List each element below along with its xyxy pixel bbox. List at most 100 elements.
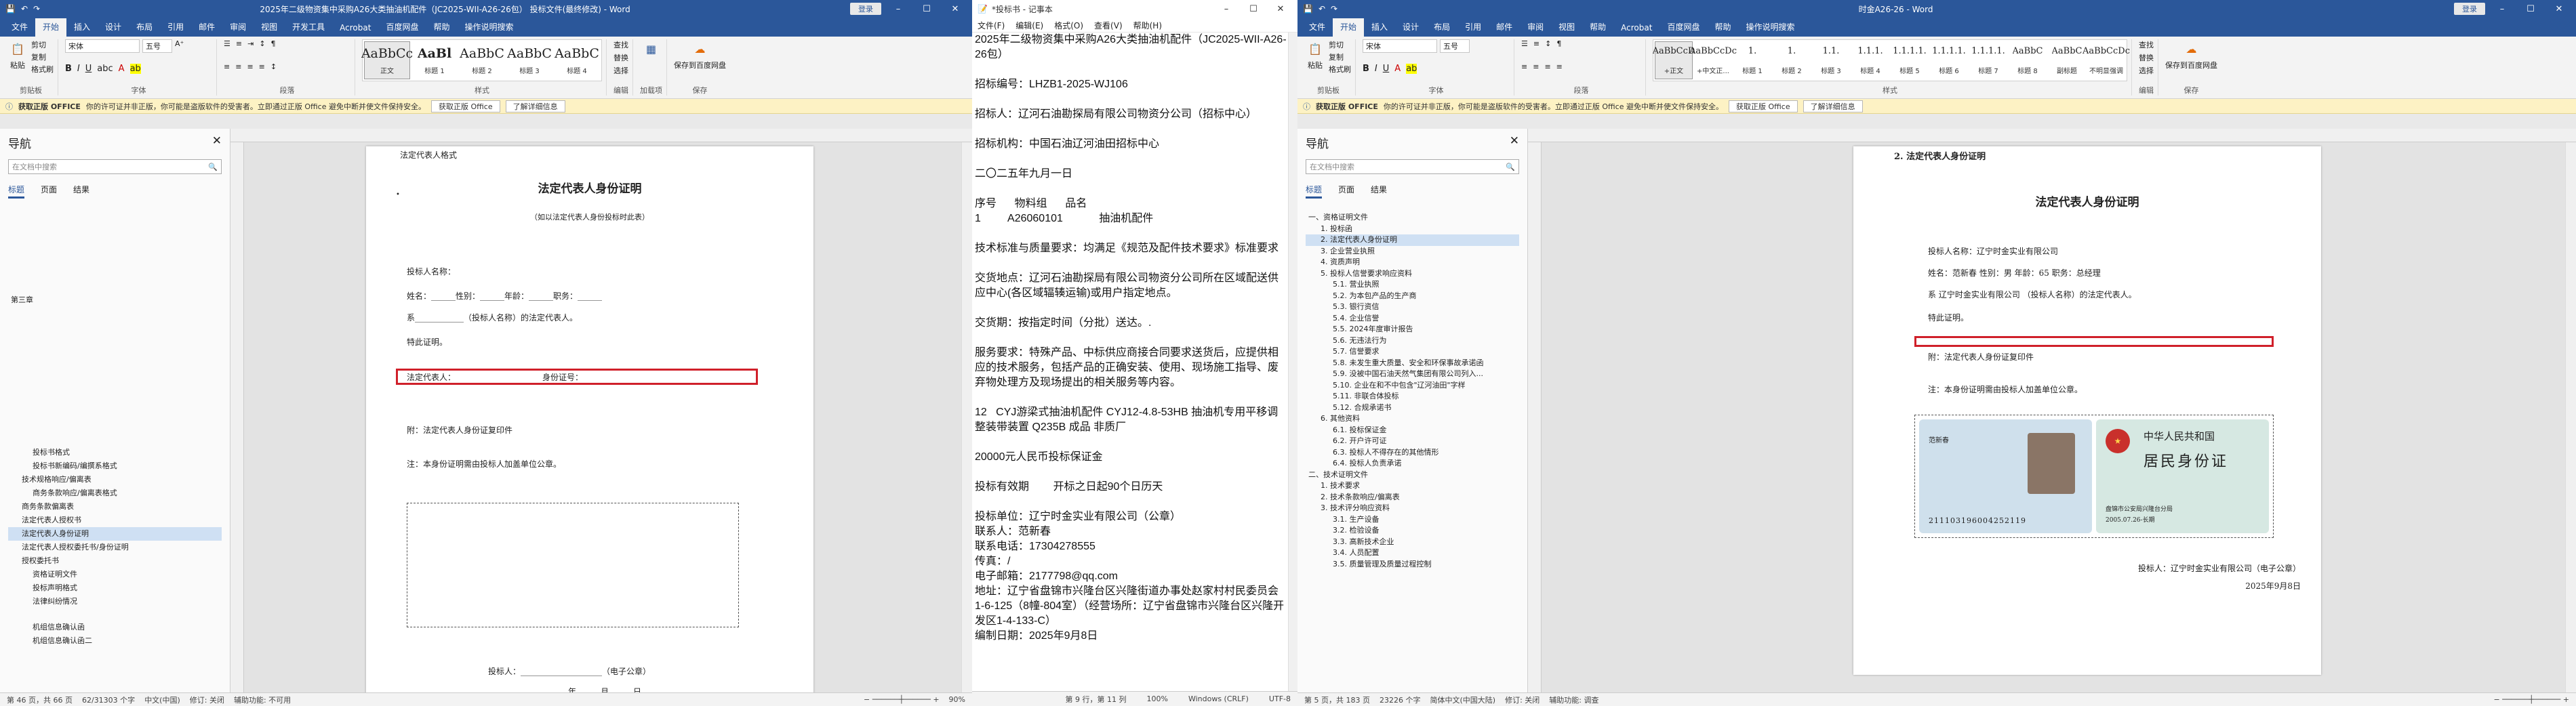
document-page[interactable]: 法定代表人格式 • 法定代表人身份证明 （如以法定代表人身份投标时此表） 投标人… (366, 146, 813, 692)
tab-review[interactable]: 审阅 (222, 18, 254, 37)
tab-acrobat[interactable]: Acrobat (332, 20, 378, 37)
nav-item[interactable]: 法定代表人授权委托书/身份证明 (8, 541, 222, 554)
style-heading-2[interactable]: AaBbC 标题 2 (459, 41, 505, 79)
numbering-icon[interactable]: ≡ (1533, 39, 1539, 48)
menu-file[interactable]: 文件(F) (978, 20, 1005, 30)
nav-tab-pages[interactable]: 页面 (41, 184, 57, 199)
maximize-icon[interactable]: ☐ (1242, 4, 1265, 14)
tab-help[interactable]: 帮助 (426, 18, 457, 37)
align-left-icon[interactable]: ≡ (1521, 62, 1527, 71)
nav-item[interactable]: 5.4. 企业信誉 (1306, 313, 1519, 325)
autosave-icon[interactable]: 💾 (5, 4, 16, 14)
nav-item-selected[interactable]: 法定代表人身份证明 (8, 527, 222, 541)
find-button[interactable]: 查找 (613, 39, 628, 50)
nav-close-icon[interactable]: ✕ (212, 134, 222, 151)
nav-item[interactable]: 商务条款偏离表 (8, 500, 222, 514)
nav-item[interactable]: 5.9. 没被中国石油天然气集团有限公司列入... (1306, 369, 1519, 380)
nav-search-input[interactable]: 在文档中搜索 🔍 (1306, 159, 1519, 174)
nav-item[interactable]: 资格证明文件 (8, 568, 222, 581)
tab-layout[interactable]: 布局 (129, 18, 160, 37)
font-size-box[interactable]: 五号 (142, 39, 172, 53)
word-count[interactable]: 62/31303 个字 (82, 694, 135, 705)
nav-item[interactable]: 1. 投标函 (1306, 224, 1519, 235)
copy-button[interactable]: 复制 (31, 51, 54, 62)
tab-baidu[interactable]: 百度网盘 (378, 18, 426, 37)
find-button[interactable]: 查找 (2139, 39, 2154, 50)
pilcrow-icon[interactable]: ¶ (1556, 39, 1561, 48)
nav-item[interactable]: 5.8. 未发生重大质量、安全和环保事故承诺函 (1306, 358, 1519, 369)
tab-baidu[interactable]: 百度网盘 (1659, 18, 1707, 37)
tab-acrobat[interactable]: Acrobat (1613, 20, 1659, 37)
zoom-level[interactable]: 90% (949, 695, 965, 704)
style-heading-4[interactable]: AaBbC 标题 4 (554, 41, 600, 79)
close-icon[interactable]: ✕ (2548, 4, 2571, 14)
nav-item[interactable]: 机组信息确认函二 (8, 634, 222, 648)
nav-item[interactable]: 1. 技术要求 (1306, 480, 1519, 492)
autosave-icon[interactable]: 💾 (1303, 4, 1313, 14)
page-count[interactable]: 第 5 页，共 183 页 (1304, 694, 1370, 705)
align-center-icon[interactable]: ≡ (1533, 62, 1539, 71)
tell-me-search[interactable]: 操作说明搜索 (457, 18, 521, 37)
tell-me-search[interactable]: 操作说明搜索 (1738, 18, 1802, 37)
tab-mailings[interactable]: 邮件 (1489, 18, 1520, 37)
strikethrough-icon[interactable]: abc (97, 64, 113, 74)
document-page[interactable]: 2. 法定代表人身份证明 法定代表人身份证明 投标人名称：辽宁时金实业有限公司 … (1853, 146, 2321, 675)
redo-icon[interactable]: ↷ (1331, 4, 1337, 14)
addins-button[interactable]: ▦ (640, 39, 662, 58)
menu-help[interactable]: 帮助(H) (1133, 20, 1162, 30)
menu-format[interactable]: 格式(O) (1054, 20, 1083, 30)
bold-icon[interactable]: B (65, 64, 72, 74)
menu-view[interactable]: 查看(V) (1094, 20, 1123, 30)
page-count[interactable]: 第 46 页，共 66 页 (7, 694, 73, 705)
nav-item[interactable]: 机组信息确认函 (8, 621, 222, 634)
format-painter-button[interactable]: 格式刷 (1329, 64, 1351, 75)
font-size-box[interactable]: 五号 (1440, 39, 1470, 53)
signin-button[interactable]: 登录 (2454, 3, 2485, 15)
word-count[interactable]: 23226 个字 (1380, 694, 1421, 705)
style-item[interactable]: AaBbC 标题 8 (2009, 41, 2047, 79)
tab-file[interactable]: 文件 (1302, 18, 1333, 37)
style-normal[interactable]: AaBbCc 正文 (361, 41, 413, 79)
align-right-icon[interactable]: ≡ (247, 62, 253, 71)
nav-item[interactable]: 二、技术证明文件 (1306, 470, 1519, 481)
tab-developer[interactable]: 开发工具 (285, 18, 332, 37)
underline-icon[interactable]: U (85, 64, 92, 74)
bullets-icon[interactable]: ☰ (224, 39, 230, 48)
grow-font-icon[interactable]: A⁺ (175, 39, 184, 53)
underline-icon[interactable]: U (1383, 64, 1390, 74)
nav-tab-headings[interactable]: 标题 (8, 184, 25, 199)
tab-design[interactable]: 设计 (1395, 18, 1426, 37)
nav-item[interactable]: 3.5. 质量管理及质量过程控制 (1306, 559, 1519, 570)
tab-help-2[interactable]: 帮助 (1707, 18, 1738, 37)
replace-button[interactable]: 替换 (613, 52, 628, 63)
pilcrow-icon[interactable]: ¶ (271, 39, 276, 48)
nav-item[interactable]: 3.2. 检验设备 (1306, 525, 1519, 537)
style-item[interactable]: 1. 标题 1 (1733, 41, 1771, 79)
close-icon[interactable]: ✕ (944, 4, 967, 14)
numbering-icon[interactable]: ≡ (236, 39, 242, 48)
highlight-icon[interactable]: ab (129, 64, 141, 74)
nav-item[interactable]: 5.1. 营业执照 (1306, 279, 1519, 291)
tab-view[interactable]: 视图 (1551, 18, 1582, 37)
style-item[interactable]: AaBbCcDc 不明显强调 (2082, 41, 2130, 79)
nav-item[interactable]: 投标书格式 (8, 446, 222, 459)
style-item[interactable]: AaBbCcDc +中文正... (1689, 41, 1737, 79)
font-name-box[interactable]: 宋体 (65, 39, 140, 53)
copy-button[interactable]: 复制 (1329, 51, 1351, 62)
nav-item[interactable]: 授权委托书 (8, 554, 222, 568)
tab-file[interactable]: 文件 (4, 18, 35, 37)
style-heading-3[interactable]: AaBbC 标题 3 (506, 41, 552, 79)
nav-item[interactable]: 5.2. 为本包产品的生产商 (1306, 291, 1519, 302)
nav-item-selected[interactable]: 2. 法定代表人身份证明 (1306, 234, 1519, 246)
tab-home[interactable]: 开始 (35, 18, 67, 37)
bullets-icon[interactable]: ☰ (1521, 39, 1528, 48)
replace-button[interactable]: 替换 (2139, 52, 2154, 63)
nav-item[interactable]: 投标声明格式 (8, 581, 222, 595)
bold-icon[interactable]: B (1363, 64, 1369, 74)
nav-item[interactable]: 5.5. 2024年度审计报告 (1306, 324, 1519, 335)
minimize-icon[interactable]: – (1215, 4, 1238, 14)
undo-icon[interactable]: ↶ (1319, 4, 1325, 14)
indent-icon[interactable]: ⇥ (247, 39, 254, 48)
notepad-scrollbar[interactable] (1288, 33, 1297, 691)
tab-layout[interactable]: 布局 (1426, 18, 1457, 37)
